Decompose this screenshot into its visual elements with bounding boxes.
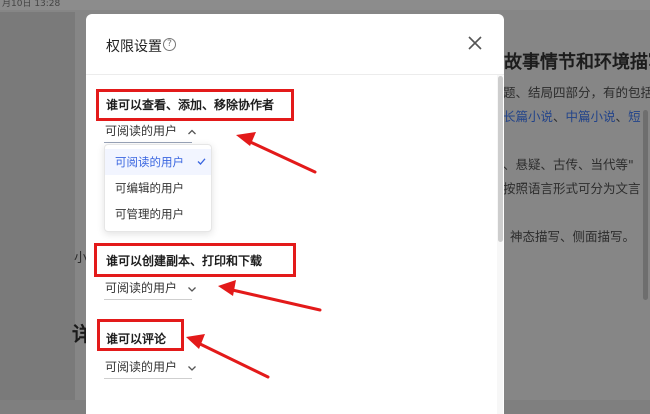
background-line: 神态描写、侧面描写。 bbox=[510, 229, 636, 244]
background-line-links: 长篇小说、中篇小说、短 bbox=[503, 109, 641, 124]
permission-settings-dialog: 权限设置 ? 谁可以查看、添加、移除协作者 可阅读的用户 可阅读的用户 可编辑的… bbox=[86, 14, 504, 414]
annotation-box-comment bbox=[97, 319, 184, 351]
background-link: 长篇小说 bbox=[503, 109, 554, 124]
close-icon[interactable] bbox=[466, 34, 484, 52]
select-value: 可阅读的用户 bbox=[105, 281, 178, 295]
select-underline bbox=[104, 378, 192, 379]
background-line: 题、结局四部分，有的包括 bbox=[503, 85, 650, 100]
select-value: 可阅读的用户 bbox=[105, 124, 178, 138]
check-icon bbox=[197, 158, 206, 165]
background-line: 按照语言形式可分为文言 bbox=[503, 181, 641, 196]
background-link: 短 bbox=[628, 109, 641, 124]
background-left-panel bbox=[0, 12, 75, 400]
annotation-box-copy-print-download bbox=[94, 243, 296, 277]
select-underline bbox=[104, 299, 192, 300]
background-scrollbar bbox=[643, 110, 648, 300]
copy-print-download-permission-select[interactable]: 可阅读的用户 bbox=[105, 279, 197, 299]
select-underline bbox=[104, 142, 192, 143]
help-icon[interactable]: ? bbox=[163, 38, 176, 51]
dialog-title: 权限设置 bbox=[106, 39, 162, 55]
dialog-divider bbox=[86, 74, 504, 75]
dialog-scrollbar-thumb[interactable] bbox=[498, 76, 503, 242]
permission-dropdown-menu: 可阅读的用户 可编辑的用户 可管理的用户 bbox=[104, 144, 212, 232]
comment-permission-select[interactable]: 可阅读的用户 bbox=[105, 358, 197, 378]
background-link: 中篇小说 bbox=[565, 109, 616, 124]
dropdown-option-readers[interactable]: 可阅读的用户 bbox=[105, 149, 211, 175]
dropdown-option-editors[interactable]: 可编辑的用户 bbox=[105, 175, 211, 201]
chevron-down-icon bbox=[187, 286, 196, 292]
background-line: 、悬疑、古传、当代等" bbox=[503, 157, 634, 172]
collaborators-permission-select[interactable]: 可阅读的用户 bbox=[105, 122, 197, 142]
background-topbar: 月10日 13:28 bbox=[0, 0, 650, 10]
select-value: 可阅读的用户 bbox=[105, 360, 178, 374]
dropdown-option-managers[interactable]: 可管理的用户 bbox=[105, 201, 211, 227]
chevron-down-icon bbox=[187, 365, 196, 371]
background-heading: 故事情节和环境描写 bbox=[504, 52, 650, 73]
annotation-box-collaborators bbox=[96, 89, 294, 121]
chevron-up-icon bbox=[187, 129, 196, 134]
background-date: 月10日 13:28 bbox=[2, 0, 61, 9]
